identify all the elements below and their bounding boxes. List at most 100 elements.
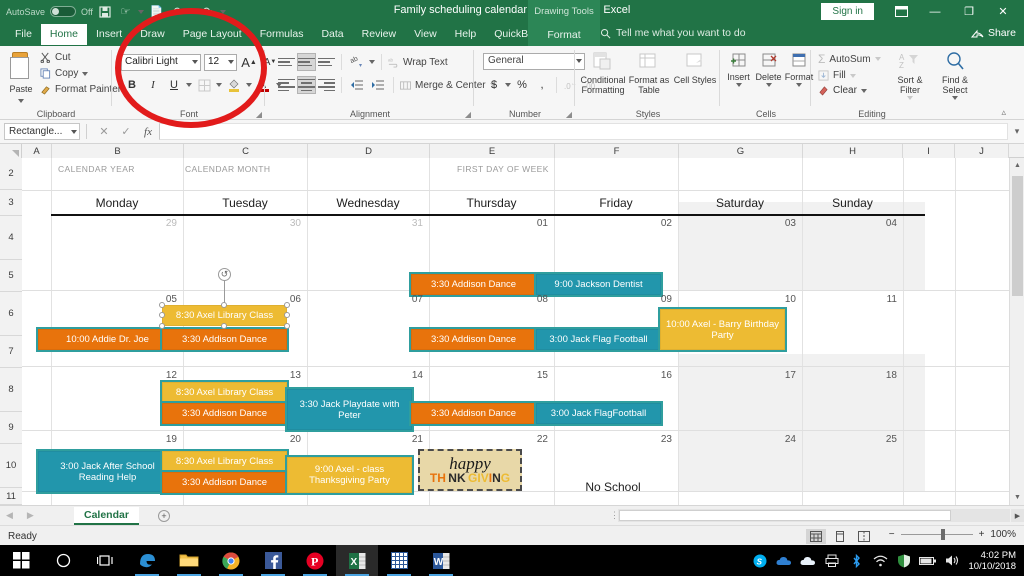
clear-button[interactable]: Clear: [818, 85, 881, 96]
wrap-text-button[interactable]: ab Wrap Text: [388, 57, 448, 68]
edge-icon[interactable]: [126, 545, 168, 576]
date-cell-10[interactable]: 10: [678, 294, 796, 305]
calculator-icon[interactable]: [378, 545, 420, 576]
event-w3-thu-addison-dance[interactable]: 3:30 Addison Dance: [409, 401, 538, 426]
borders-chevron-icon[interactable]: [216, 83, 222, 87]
minimize-icon[interactable]: —: [918, 2, 952, 21]
volume-icon[interactable]: [940, 545, 964, 576]
event-w3-fri-jack-flagfootball[interactable]: 3:00 Jack FlagFootball: [534, 401, 663, 426]
vertical-scroll-thumb[interactable]: [1012, 176, 1023, 296]
confirm-icon[interactable]: ✓: [115, 123, 137, 141]
event-w4-tue-axel-library-class[interactable]: 8:30 Axel Library Class: [160, 449, 289, 474]
tab-page-layout[interactable]: Page Layout: [174, 24, 251, 45]
scroll-right-icon[interactable]: ▶: [1011, 509, 1024, 522]
tab-view[interactable]: View: [405, 24, 446, 45]
date-cell-01[interactable]: 01: [429, 218, 548, 229]
event-w4-wed-axel-class-thanksgiving-party[interactable]: 9:00 Axel - class Thanksgiving Party: [285, 455, 414, 495]
insert-cells-chevron-icon[interactable]: [735, 83, 742, 87]
row-header-3[interactable]: 3: [0, 190, 22, 216]
date-cell-21[interactable]: 21: [307, 434, 423, 445]
previous-sheet-icon[interactable]: ◀: [6, 510, 13, 521]
font-name-input[interactable]: Calibri Light: [121, 53, 201, 71]
font-size-chevron-icon[interactable]: [228, 59, 234, 64]
expand-formula-bar-icon[interactable]: ▾: [1010, 126, 1024, 137]
insert-cells-button[interactable]: Insert: [724, 51, 753, 87]
align-top-icon[interactable]: [278, 54, 295, 70]
date-cell-12[interactable]: 12: [51, 370, 177, 381]
skype-icon[interactable]: S: [748, 545, 772, 576]
date-cell-07[interactable]: 07: [307, 294, 423, 305]
increase-indent-icon[interactable]: [369, 76, 387, 94]
zoom-in-button[interactable]: +: [979, 529, 985, 540]
tab-data[interactable]: Data: [312, 24, 352, 45]
date-cell-24[interactable]: 24: [678, 434, 796, 445]
page-layout-view-icon[interactable]: [830, 529, 850, 544]
delete-cells-chevron-icon[interactable]: [765, 83, 772, 87]
accounting-format-button[interactable]: $: [485, 76, 503, 94]
conditional-formatting-button[interactable]: Conditional Formatting: [580, 51, 626, 95]
column-header-H[interactable]: H: [803, 144, 903, 158]
tell-me-search[interactable]: Tell me what you want to do: [600, 27, 746, 39]
column-header-G[interactable]: G: [679, 144, 803, 158]
excel-icon[interactable]: X: [336, 545, 378, 576]
tab-insert[interactable]: Insert: [87, 24, 131, 45]
share-button[interactable]: Share: [970, 27, 1016, 39]
row-header-7[interactable]: 7: [0, 336, 22, 368]
bold-button[interactable]: B: [123, 76, 141, 94]
restore-icon[interactable]: ❐: [952, 2, 986, 21]
paste-chevron-icon[interactable]: [8, 94, 34, 106]
close-icon[interactable]: ✕: [986, 2, 1020, 21]
event-w1-thu-addison-dance[interactable]: 3:30 Addison Dance: [409, 272, 538, 297]
underline-chevron-icon[interactable]: [186, 83, 192, 87]
onedrive-blue-icon[interactable]: [772, 545, 796, 576]
date-cell-15[interactable]: 15: [429, 370, 548, 381]
copy-button[interactable]: Copy: [40, 68, 121, 79]
sort-filter-button[interactable]: AZ Sort & Filter: [890, 51, 930, 100]
thanksgiving-image[interactable]: happy TH NK GIVING: [418, 449, 522, 491]
row-header-2[interactable]: 2: [0, 158, 22, 190]
column-header-E[interactable]: E: [430, 144, 555, 158]
fill-color-icon[interactable]: [225, 76, 243, 94]
event-w4-mon-jack-after-school-reading-help[interactable]: 3:00 Jack After School Reading Help: [36, 449, 179, 494]
column-header-I[interactable]: I: [903, 144, 955, 158]
resize-handle-ne[interactable]: [284, 302, 290, 308]
date-cell-31[interactable]: 31: [307, 218, 423, 229]
name-box[interactable]: Rectangle...: [4, 123, 80, 140]
tab-draw[interactable]: Draw: [131, 24, 174, 45]
find-select-chevron-icon[interactable]: [952, 96, 958, 100]
insert-function-icon[interactable]: fx: [137, 123, 159, 141]
date-cell-14[interactable]: 14: [307, 370, 423, 381]
event-w3-tue-addison-dance[interactable]: 3:30 Addison Dance: [160, 401, 289, 426]
date-cell-03[interactable]: 03: [678, 218, 796, 229]
date-cell-29[interactable]: 29: [51, 218, 177, 229]
pinterest-icon[interactable]: P: [294, 545, 336, 576]
rotate-handle[interactable]: ↺: [218, 268, 231, 281]
comma-format-button[interactable]: ,: [533, 76, 551, 94]
tab-format[interactable]: Format: [528, 23, 600, 46]
align-center-icon[interactable]: [297, 76, 316, 94]
event-w4-tue-addison-dance[interactable]: 3:30 Addison Dance: [160, 470, 289, 495]
collapse-ribbon-icon[interactable]: ▵: [1001, 107, 1006, 118]
font-dialog-launcher-icon[interactable]: ◢: [256, 110, 262, 119]
file-explorer-icon[interactable]: [168, 545, 210, 576]
event-w2-sat-axel-barry-birthday-party[interactable]: 10:00 Axel - Barry Birthday Party: [658, 307, 787, 352]
resize-handle-nw[interactable]: [159, 302, 165, 308]
date-cell-13[interactable]: 13: [183, 370, 301, 381]
date-cell-16[interactable]: 16: [554, 370, 672, 381]
event-w3-tue-axel-library-class[interactable]: 8:30 Axel Library Class: [160, 380, 289, 405]
task-view-icon[interactable]: [84, 545, 126, 576]
date-cell-25[interactable]: 25: [802, 434, 897, 445]
format-cells-chevron-icon[interactable]: [796, 83, 802, 87]
autosum-button[interactable]: Σ AutoSum: [818, 52, 881, 66]
fill-color-chevron-icon[interactable]: [246, 83, 252, 87]
zoom-level-label[interactable]: 100%: [990, 529, 1016, 540]
column-header-A[interactable]: A: [22, 144, 52, 158]
date-cell-11[interactable]: 11: [802, 294, 897, 305]
resize-handle-e[interactable]: [284, 312, 290, 318]
orientation-chevron-icon[interactable]: [369, 60, 375, 64]
date-cell-08[interactable]: 08: [429, 294, 548, 305]
tab-formulas[interactable]: Formulas: [251, 24, 313, 45]
taskbar-clock[interactable]: 4:02 PM 10/10/2018: [964, 550, 1024, 572]
chrome-icon[interactable]: [210, 545, 252, 576]
select-all-corner[interactable]: [0, 144, 22, 158]
